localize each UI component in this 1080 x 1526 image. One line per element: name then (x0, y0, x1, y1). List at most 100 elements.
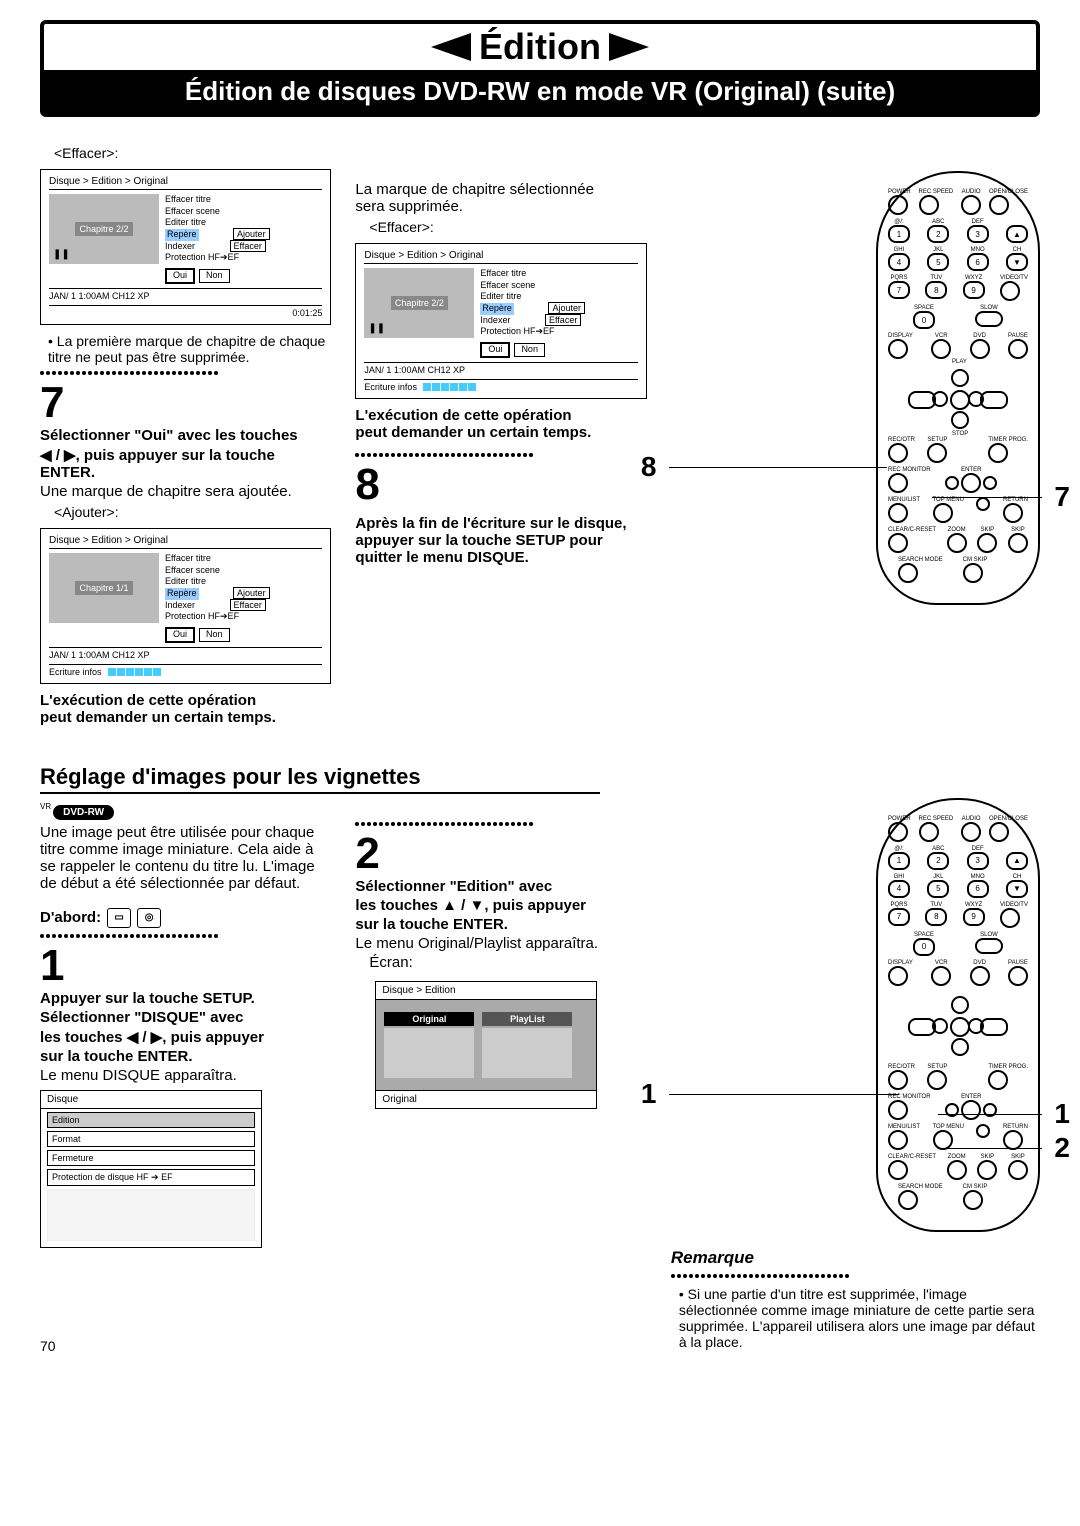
key-chup: ▲ (1006, 852, 1028, 870)
remote-icon: ▭ (107, 908, 131, 928)
power-button (888, 822, 908, 842)
text: La marque de chapitre sélectionnée (355, 181, 594, 198)
dvdrw-badge: DVD-RW (53, 805, 114, 820)
disque-menu: Disque Edition Format Fermeture Protecti… (40, 1090, 262, 1248)
key-chdn: ▼ (1006, 880, 1028, 898)
topmenu-button (933, 503, 953, 523)
recspeed-button (919, 822, 939, 842)
divider-dots (355, 453, 646, 457)
callout-line (938, 1148, 1042, 1149)
slow-button (975, 938, 1003, 954)
ff-button (980, 1018, 1008, 1036)
submenu-item: Ajouter (233, 228, 270, 240)
timerprog-button (988, 1070, 1008, 1090)
label-effacer: <Effacer>: (369, 219, 646, 235)
key-5: 5 (927, 253, 949, 271)
return-button (1003, 503, 1023, 523)
osd-menu: Effacer titre Effacer scene Editer titre… (480, 268, 587, 358)
video-preview: Chapitre 2/2 ❚❚ (49, 194, 159, 264)
zoom-button (947, 1160, 967, 1180)
nav-down (976, 1124, 990, 1138)
key-5: 5 (927, 880, 949, 898)
callout-line (932, 497, 1042, 498)
openclose-button (989, 822, 1009, 842)
key-4: 4 (888, 253, 910, 271)
key-2: 2 (927, 852, 949, 870)
divider-dots (671, 1274, 1040, 1278)
breadcrumb: Disque > Edition > Original (49, 176, 322, 190)
step-7-bold-b: ◀ / ▶, puis appuyer sur la touche ENTER. (40, 446, 331, 481)
pause-button (1008, 966, 1028, 986)
key-0: 0 (913, 938, 935, 956)
openclose-label: OPEN/CLOSE (989, 189, 1028, 195)
menu-item-selected: Repère (480, 303, 514, 315)
label-ajouter: <Ajouter>: (54, 504, 331, 520)
disque-item: Format (47, 1131, 255, 1147)
key-chdn: ▼ (1006, 253, 1028, 271)
progress-bar (108, 668, 161, 676)
pause-icon: ❚❚ (53, 249, 70, 260)
pause-button (1008, 339, 1028, 359)
step2-c: sur la touche ENTER. (355, 916, 646, 933)
menu-item: Indexer (165, 241, 195, 251)
write-label: Ecriture infos (49, 667, 102, 677)
menu-item: Effacer scene (480, 280, 587, 292)
chapter-badge: Chapitre 2/2 (75, 222, 132, 236)
cmskip-button (963, 1190, 983, 1210)
bullet-note: • La première marque de chapitre de chaq… (48, 333, 331, 365)
recotr-button (888, 443, 908, 463)
edition-screen: Disque > Edition Original PlayList Origi… (375, 981, 597, 1109)
skip-b-button (932, 1018, 948, 1034)
menu-item: Effacer titre (480, 268, 587, 280)
step-number-2: 2 (355, 832, 646, 876)
skip2-button (1008, 1160, 1028, 1180)
transport-cross: PLAY STOP (908, 363, 1008, 433)
play-button (951, 369, 969, 387)
step-number-8: 8 (355, 463, 646, 507)
step-8-text: Après la fin de l'écriture sur le disque… (355, 515, 646, 566)
video-preview: Chapitre 1/1 (49, 553, 159, 623)
openclose-button (989, 195, 1009, 215)
key-7: 7 (888, 281, 910, 299)
breadcrumb: Disque > Edition (376, 982, 596, 1000)
key-6: 6 (967, 253, 989, 271)
step-number-7: 7 (40, 381, 331, 425)
dvd-button (970, 966, 990, 986)
submenu-item: Ajouter (548, 302, 585, 314)
menu-item: Effacer titre (165, 553, 272, 565)
step-7-text: Une marque de chapitre sera ajoutée. (40, 483, 331, 500)
chapter-badge: Chapitre 2/2 (391, 296, 448, 310)
intro-text: Une image peut être utilisée pour chaque… (40, 824, 331, 892)
osd-screen-3: Disque > Edition > Original Chapitre 2/2… (355, 243, 646, 399)
column-middle: La marque de chapitre sélectionnéesera s… (355, 141, 646, 734)
recmon-button (888, 1100, 908, 1120)
chapter-badge: Chapitre 1/1 (75, 581, 132, 595)
disque-item: Protection de disque HF ➔ EF (47, 1169, 255, 1186)
thumb-original (384, 1028, 474, 1078)
clear-button (888, 1160, 908, 1180)
page-subtitle: Édition de disques DVD-RW en mode VR (Or… (44, 70, 1036, 113)
remote-control-diagram-2: POWER REC SPEED AUDIO OPEN/CLOSE @/:1 AB… (876, 798, 1040, 1232)
key-6: 6 (967, 880, 989, 898)
key-2: 2 (927, 225, 949, 243)
display-button (888, 966, 908, 986)
callout-line (669, 467, 887, 468)
breadcrumb: Disque > Edition > Original (49, 535, 322, 549)
menu-item: Effacer scene (165, 206, 272, 218)
videotv-button (1000, 281, 1020, 301)
osd-screen-2: Disque > Edition > Original Chapitre 1/1… (40, 528, 331, 684)
page-number: 70 (40, 1338, 56, 1354)
menulist-button (888, 503, 908, 523)
topmenu-button (933, 1130, 953, 1150)
disque-spacer (47, 1189, 255, 1241)
divider-dots (40, 934, 331, 938)
menu-item: Effacer titre (165, 194, 272, 206)
section-heading: Réglage d'images pour les vignettes (40, 764, 600, 794)
osd-footer-left: JAN/ 1 1:00AM CH12 XP (49, 291, 150, 301)
skip-button (977, 1160, 997, 1180)
disque-header: Disque (41, 1091, 261, 1109)
remarque-text: • Si une partie d'un titre est supprimée… (679, 1286, 1040, 1350)
vr-label: VR (40, 802, 51, 811)
menu-item: Indexer (480, 315, 510, 325)
disque-item: Edition (47, 1112, 255, 1128)
